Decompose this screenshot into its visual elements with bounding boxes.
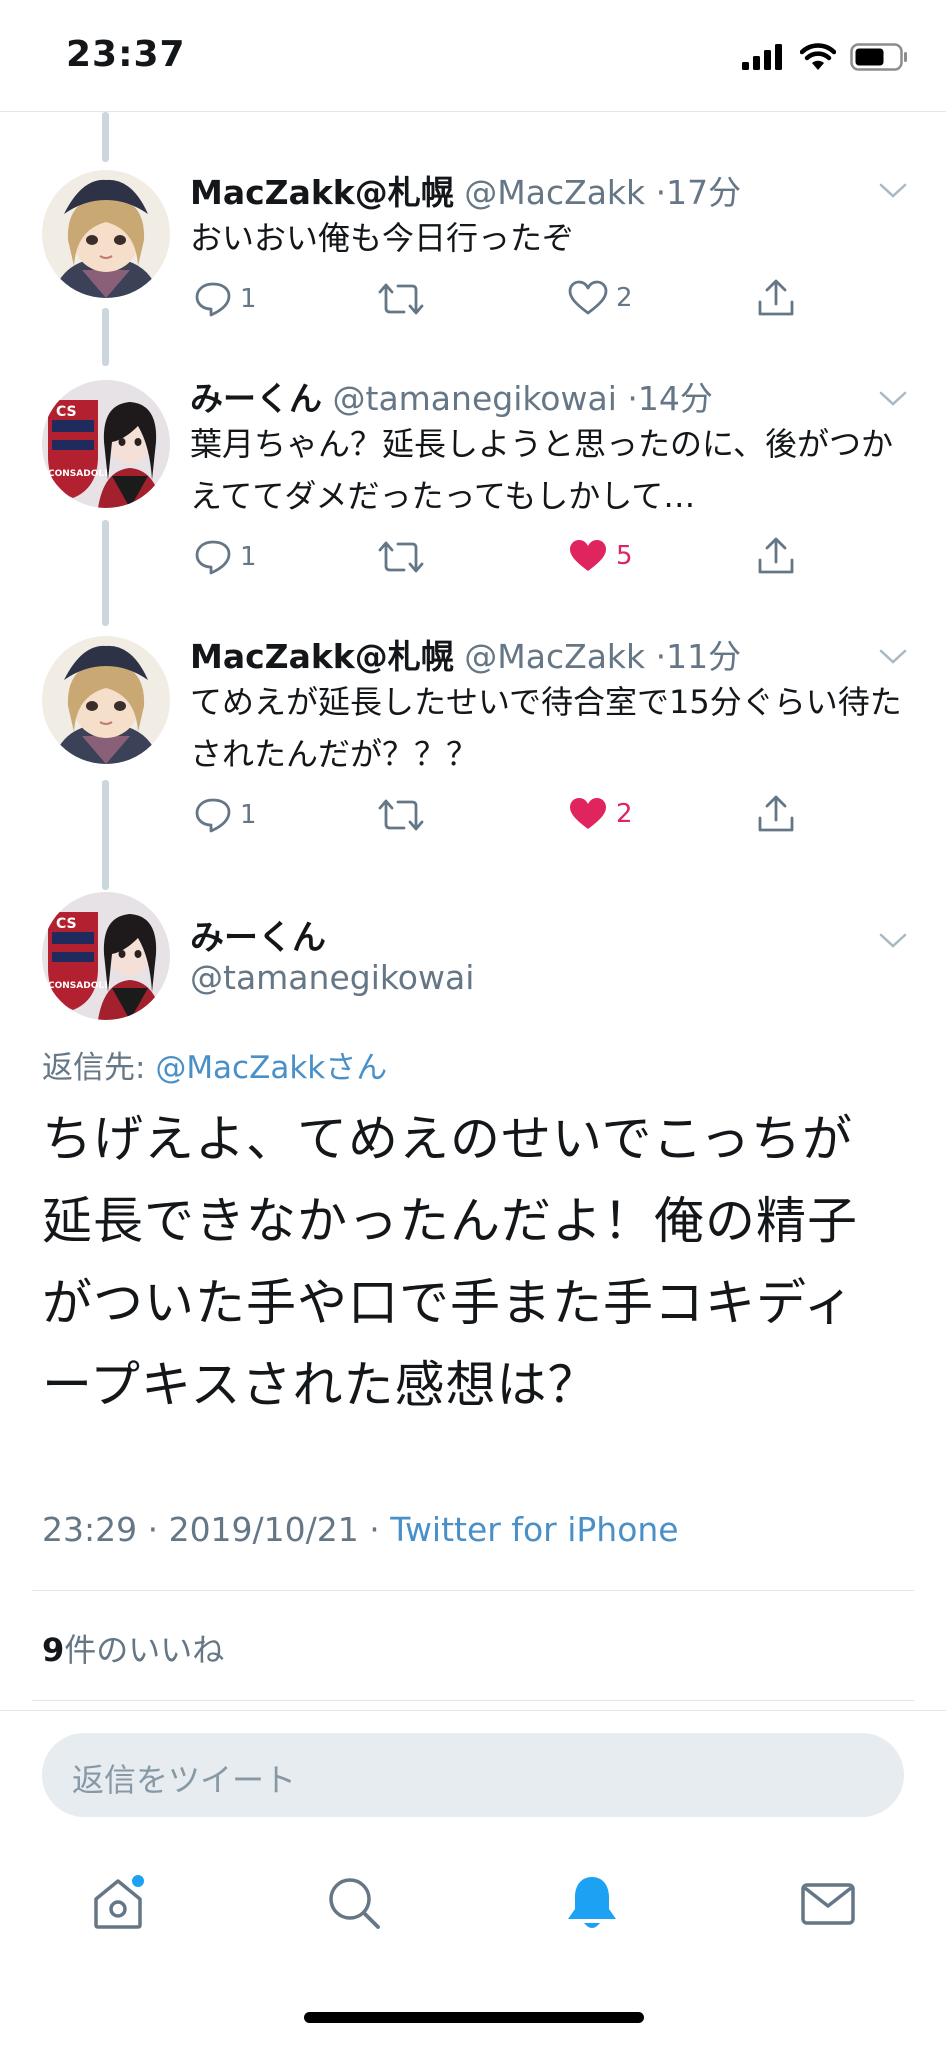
source-link[interactable]: Twitter for iPhone [390, 1510, 678, 1549]
share-icon [758, 795, 794, 832]
reply-to-mention[interactable]: @MacZakkさん [155, 1050, 387, 1086]
wifi-icon [800, 43, 836, 70]
heart-filled-icon [570, 540, 606, 571]
reply-input[interactable]: 返信をツイート [42, 1733, 904, 1817]
status-time: 23:37 [66, 34, 186, 75]
tweet-time: 14分 [637, 379, 713, 418]
retweet-button[interactable] [378, 796, 432, 834]
reply-button[interactable]: 1 [194, 796, 257, 834]
retweet-icon [378, 541, 424, 573]
svg-text:CONSADOLE: CONSADOLE [48, 981, 110, 991]
retweet-button[interactable] [378, 280, 432, 318]
home-icon [94, 1875, 144, 1929]
reply-count: 1 [240, 284, 257, 314]
reply-icon [195, 798, 231, 833]
reply-count: 1 [240, 542, 257, 572]
display-name[interactable]: みーくん [190, 379, 322, 418]
tweet-text: おいおい俺も今日行ったぞ [190, 219, 575, 257]
tweet-header: MacZakk@札幌 @MacZakk ·11分 [190, 630, 741, 678]
share-button[interactable] [756, 536, 796, 576]
like-button[interactable]: 2 [568, 280, 633, 316]
like-button[interactable]: 2 [568, 796, 633, 832]
display-name[interactable]: MacZakk@札幌 [190, 173, 454, 212]
divider [32, 1700, 914, 1701]
divider [32, 1590, 914, 1591]
tweet-text: てめえが延長したせいで待合室で15分ぐらい待たされたんだが？？？ [190, 683, 902, 773]
reply-button[interactable]: 1 [194, 280, 257, 318]
likes-count: 9 [42, 1631, 65, 1669]
messages-icon [801, 1883, 855, 1925]
retweet-button[interactable] [378, 538, 432, 576]
chevron-down-icon[interactable] [878, 932, 908, 950]
retweet-icon [378, 283, 424, 315]
timestamp: 23:29 · 2019/10/21 · [42, 1510, 391, 1549]
tweet-header: MacZakk@札幌 @MacZakk ·17分 [190, 166, 741, 214]
share-icon [758, 279, 794, 316]
share-icon [758, 537, 794, 574]
display-name[interactable]: MacZakk@札幌 [190, 637, 454, 676]
svg-text:CONSADOLE: CONSADOLE [48, 469, 110, 479]
chevron-down-icon[interactable] [878, 182, 908, 200]
signal-icon [742, 44, 782, 70]
avatar[interactable] [42, 636, 170, 764]
tweet-item[interactable]: MacZakk@札幌 @MacZakk ·17分 おいおい俺も今日行ったぞ 1 … [0, 160, 946, 360]
share-button[interactable] [756, 278, 796, 318]
like-button[interactable]: 5 [568, 538, 633, 574]
like-count: 2 [616, 283, 633, 313]
handle[interactable]: @tamanegikowai [333, 379, 617, 418]
handle[interactable]: @MacZakk [464, 173, 645, 212]
avatar[interactable] [42, 170, 170, 298]
separator-dot: · [627, 379, 638, 418]
reply-count: 1 [240, 800, 257, 830]
share-button[interactable] [756, 794, 796, 834]
status-icons [742, 42, 908, 72]
like-count: 2 [616, 799, 633, 829]
tweet-item[interactable]: CS CONSADOLE みーくん @tamanegikowai ·14分 葉月… [0, 368, 946, 578]
tweet-text: 葉月ちゃん？延長しようと思ったのに、後がつかえててダメだったってもしかして… [190, 425, 894, 515]
notifications-icon [568, 1877, 616, 1928]
tweet-item[interactable]: MacZakk@札幌 @MacZakk ·11分 てめえが延長したせいで待合室で… [0, 626, 946, 836]
divider [0, 1710, 946, 1711]
main-handle[interactable]: @tamanegikowai [190, 958, 474, 997]
tab-notifications[interactable] [562, 1873, 622, 1933]
tweet-header: みーくん @tamanegikowai ·14分 [190, 372, 713, 420]
likes-summary[interactable]: 9件のいいね [42, 1625, 224, 1671]
main-display-name[interactable]: みーくん [190, 910, 326, 959]
thread-line [102, 112, 109, 162]
separator-dot: · [655, 637, 667, 676]
reply-icon [195, 540, 231, 575]
separator-dot: · [655, 173, 667, 212]
handle[interactable]: @MacZakk [464, 637, 645, 676]
chevron-down-icon[interactable] [878, 648, 908, 666]
chevron-down-icon[interactable] [878, 390, 908, 408]
tab-home[interactable] [88, 1873, 148, 1933]
retweet-icon [378, 799, 424, 831]
main-tweet-avatar[interactable]: CS CONSADOLE [42, 892, 170, 1020]
heart-outline-icon [568, 280, 608, 315]
home-indicator[interactable] [304, 2012, 644, 2023]
tweet-metadata: 23:29 · 2019/10/21 · Twitter for iPhone [42, 1510, 679, 1549]
battery-icon [850, 43, 907, 71]
reply-button[interactable]: 1 [194, 538, 257, 576]
heart-filled-icon [570, 798, 606, 829]
svg-text:CS: CS [56, 916, 77, 932]
main-tweet-text: ちげえよ、てめえのせいでこっちが延長できなかったんだよ！俺の精子がついた手や口で… [42, 1110, 858, 1414]
reply-placeholder: 返信をツイート [72, 1761, 297, 1799]
reply-to-label: 返信先: [42, 1050, 146, 1086]
likes-label: 件のいいね [64, 1631, 225, 1669]
tab-search[interactable] [324, 1873, 384, 1933]
like-count: 5 [616, 541, 633, 571]
tweet-time: 11分 [666, 637, 742, 676]
tweet-time: 17分 [666, 173, 742, 212]
search-icon [329, 1878, 380, 1929]
reply-icon [195, 282, 231, 317]
header-divider [0, 111, 946, 112]
reply-to: 返信先: @MacZakkさん [42, 1042, 387, 1087]
svg-text:CS: CS [56, 404, 77, 420]
tab-messages[interactable] [798, 1873, 858, 1933]
avatar[interactable]: CS CONSADOLE [42, 380, 170, 508]
